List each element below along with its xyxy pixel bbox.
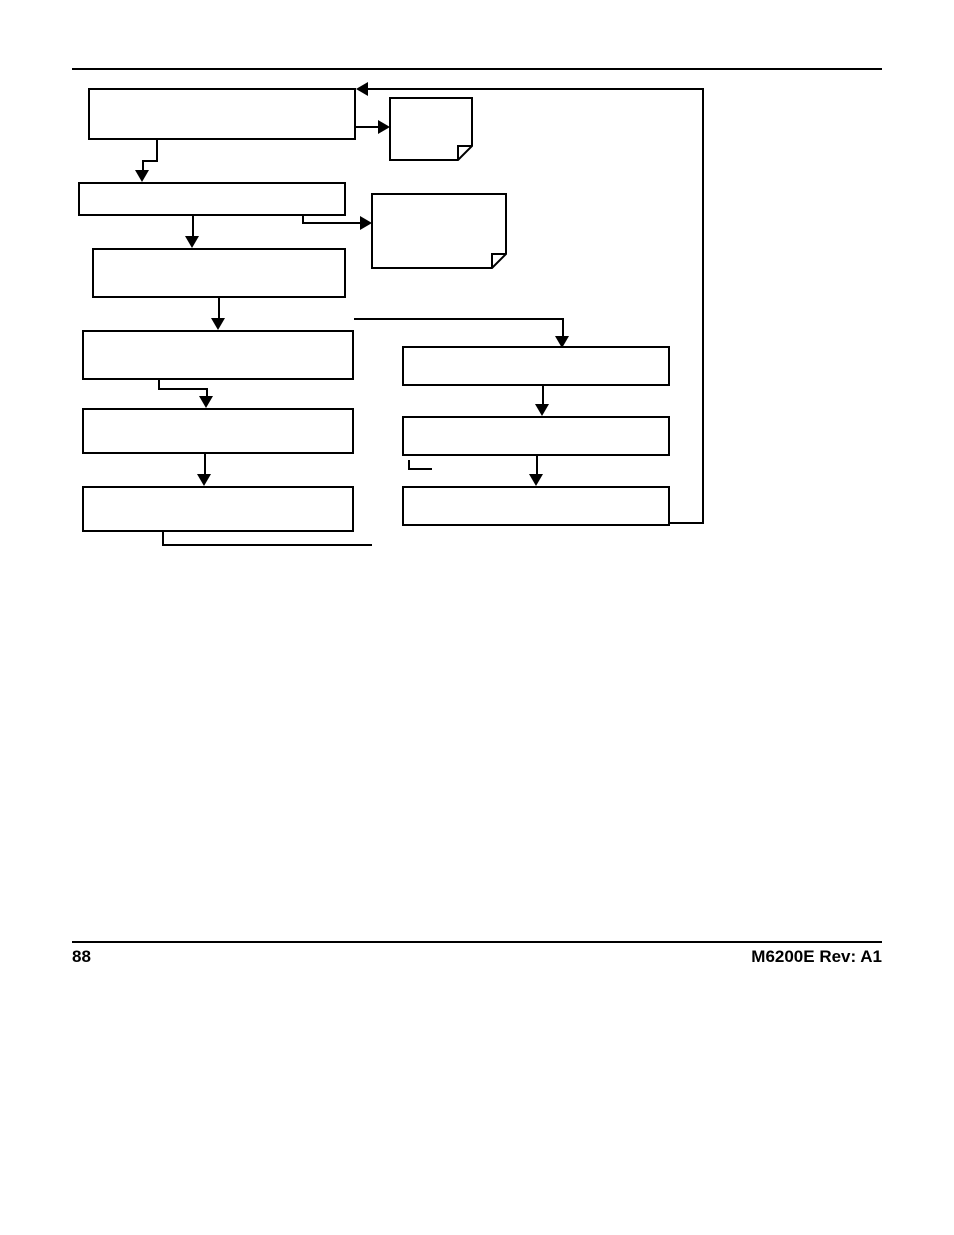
flow-box	[78, 182, 346, 216]
doc-revision: M6200E Rev: A1	[751, 947, 882, 967]
page-footer: 88 M6200E Rev: A1	[72, 947, 882, 967]
flow-box	[82, 408, 354, 454]
flow-box	[402, 346, 670, 386]
top-rule	[72, 68, 882, 70]
arrowhead-icon	[199, 396, 213, 408]
flow-box	[402, 416, 670, 456]
flow-box	[92, 248, 346, 298]
arrowhead-icon	[378, 120, 390, 134]
arrowhead-icon	[135, 170, 149, 182]
flow-note	[390, 98, 472, 160]
arrowhead-icon	[185, 236, 199, 248]
arrowhead-icon	[211, 318, 225, 330]
arrowhead-icon	[360, 216, 372, 230]
arrowhead-icon	[197, 474, 211, 486]
arrowhead-icon	[529, 474, 543, 486]
page-number: 88	[72, 947, 91, 967]
flow-box	[82, 330, 354, 380]
flowchart-diagram	[72, 82, 722, 562]
flow-box	[82, 486, 354, 532]
arrowhead-icon	[356, 82, 368, 96]
flow-box	[88, 88, 356, 140]
arrowhead-icon	[535, 404, 549, 416]
flow-box	[402, 486, 670, 526]
footer-rule	[72, 941, 882, 943]
flow-note	[372, 194, 506, 268]
